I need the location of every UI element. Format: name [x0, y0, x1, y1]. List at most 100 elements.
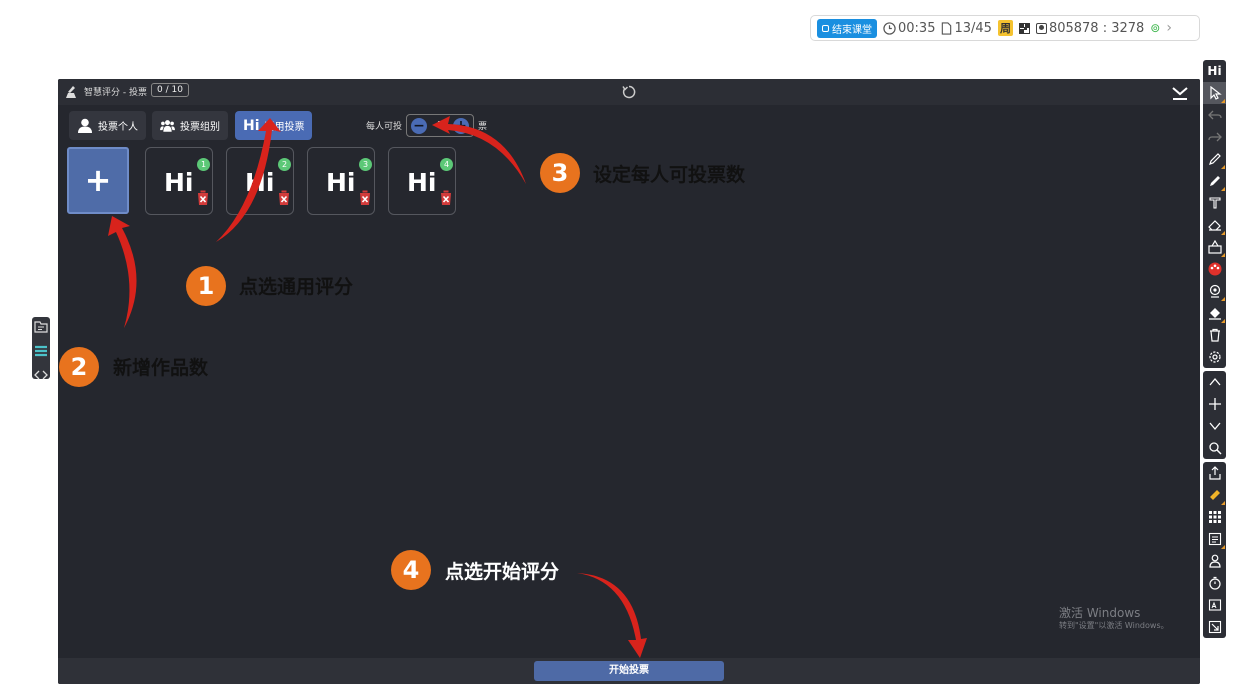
- delete-icon[interactable]: [196, 190, 210, 206]
- increment-button[interactable]: +: [453, 117, 470, 134]
- magnifier-icon: [1208, 442, 1222, 455]
- card-number-badge: 1: [197, 158, 210, 171]
- camera-tool[interactable]: [1203, 280, 1226, 302]
- ruler-tool[interactable]: [1203, 484, 1226, 506]
- card-label: Hi: [407, 168, 437, 197]
- color-tool[interactable]: [1203, 258, 1226, 280]
- export-tool[interactable]: [1203, 462, 1226, 484]
- page-up-tool[interactable]: [1203, 371, 1226, 393]
- paint-bucket-icon: [1208, 308, 1221, 320]
- chevron-right-icon[interactable]: ›: [1166, 20, 1172, 36]
- qr-code-icon[interactable]: [1018, 22, 1030, 34]
- clear-tool[interactable]: [1203, 324, 1226, 346]
- vote-item-card[interactable]: Hi 4: [388, 147, 456, 215]
- quiz-tool[interactable]: [1203, 528, 1226, 550]
- plus-icon: [1208, 398, 1221, 410]
- refresh-icon[interactable]: [621, 84, 637, 100]
- tab-label: 投票个人: [98, 122, 138, 133]
- shapes-icon: [1207, 240, 1222, 254]
- redo-icon: [1207, 132, 1222, 142]
- stopwatch-icon: [1208, 576, 1221, 590]
- screenshot-tool[interactable]: [1203, 594, 1226, 616]
- exit-tool[interactable]: [1203, 616, 1226, 638]
- annotation-number-1: 1: [186, 266, 226, 306]
- zoom-tool[interactable]: [1203, 437, 1226, 459]
- hi-logo-tool[interactable]: Hi: [1203, 60, 1226, 82]
- person-card-icon: [1035, 22, 1047, 34]
- timer-value: 00:35: [898, 20, 936, 36]
- pointer-tool[interactable]: [1203, 82, 1226, 104]
- user-icon: [1208, 554, 1221, 568]
- card-number-badge: 4: [440, 158, 453, 171]
- start-voting-button[interactable]: 开始投票: [534, 661, 724, 681]
- grid-icon: [1208, 511, 1221, 523]
- folder-icon[interactable]: [32, 317, 50, 337]
- card-label: Hi: [245, 168, 275, 197]
- shape-tool[interactable]: [1203, 236, 1226, 258]
- timer-tool[interactable]: [1203, 572, 1226, 594]
- windows-activation-hint: 转到"设置"以激活 Windows。: [1059, 621, 1169, 630]
- vote-count-badge: 0 / 10: [151, 83, 189, 97]
- stop-icon: [822, 24, 829, 32]
- eraser-tool[interactable]: [1203, 214, 1226, 236]
- brush-tool[interactable]: [1203, 170, 1226, 192]
- drawing-tools-group: Hi: [1203, 60, 1226, 368]
- ruler-icon: [1209, 490, 1220, 500]
- document-icon: [942, 21, 952, 35]
- chevron-up-icon: [1209, 377, 1220, 386]
- panel-header: 智慧评分 - 投票 0 / 10: [58, 79, 1200, 105]
- vote-item-card[interactable]: Hi 1: [145, 147, 213, 215]
- tab-label: 投票组别: [180, 122, 220, 133]
- teaching-tools-group: [1203, 462, 1226, 638]
- room-code-value: 805878 : 3278: [1048, 20, 1145, 36]
- page-nav-group: [1203, 371, 1226, 459]
- class-timer: 00:35: [883, 21, 935, 36]
- add-item-button[interactable]: +: [67, 147, 129, 214]
- annotation-text-2: 新增作品数: [113, 357, 209, 379]
- annotation-text-4: 点选开始评分: [445, 561, 560, 583]
- collapse-down-icon[interactable]: [1171, 83, 1189, 101]
- cursor-icon: [1209, 86, 1222, 100]
- page-down-tool[interactable]: [1203, 415, 1226, 437]
- clock-icon: [883, 21, 896, 35]
- pen-tool[interactable]: [1203, 148, 1226, 170]
- tab-vote-individual[interactable]: 投票个人: [69, 111, 146, 140]
- right-toolbar: Hi: [1203, 60, 1226, 641]
- group-icon: [160, 120, 175, 132]
- tab-general-vote[interactable]: Hi 通用投票: [235, 111, 312, 140]
- image-text-icon: [1208, 599, 1221, 611]
- tab-vote-group[interactable]: 投票组别: [152, 111, 228, 140]
- signal-icon: ⊚: [1150, 21, 1161, 35]
- students-tool[interactable]: [1203, 550, 1226, 572]
- fill-tool[interactable]: [1203, 302, 1226, 324]
- add-page-tool[interactable]: [1203, 393, 1226, 415]
- settings-tool[interactable]: [1203, 346, 1226, 368]
- upload-icon: [1208, 466, 1221, 480]
- undo-tool[interactable]: [1203, 104, 1226, 126]
- delete-icon[interactable]: [277, 190, 291, 206]
- page-counter[interactable]: 13/45: [941, 21, 992, 36]
- checklist-icon: [1208, 532, 1221, 546]
- code-brackets-icon[interactable]: [32, 365, 50, 385]
- text-tool[interactable]: [1203, 192, 1226, 214]
- vote-item-card[interactable]: Hi 2: [226, 147, 294, 215]
- list-icon[interactable]: [32, 341, 50, 361]
- card-label: Hi: [326, 168, 356, 197]
- panel-title: 智慧评分 - 投票: [84, 88, 147, 98]
- apps-tool[interactable]: [1203, 506, 1226, 528]
- votes-unit-label: 票: [478, 122, 488, 132]
- redo-tool[interactable]: [1203, 126, 1226, 148]
- votes-per-person-value: 1: [436, 120, 444, 131]
- decrement-button[interactable]: −: [411, 117, 428, 134]
- delete-icon[interactable]: [439, 190, 453, 206]
- text-icon: [1208, 197, 1221, 209]
- vote-item-card[interactable]: Hi 3: [307, 147, 375, 215]
- votes-per-person-stepper[interactable]: − 1 +: [406, 114, 475, 137]
- gear-icon: [1208, 351, 1221, 363]
- left-side-toolbar: [32, 317, 50, 380]
- eraser-icon: [1207, 220, 1221, 231]
- room-code[interactable]: 805878 : 3278: [1035, 20, 1145, 36]
- week-badge[interactable]: 周: [997, 20, 1013, 36]
- end-class-button[interactable]: 结束课堂: [817, 18, 877, 38]
- delete-icon[interactable]: [358, 190, 372, 206]
